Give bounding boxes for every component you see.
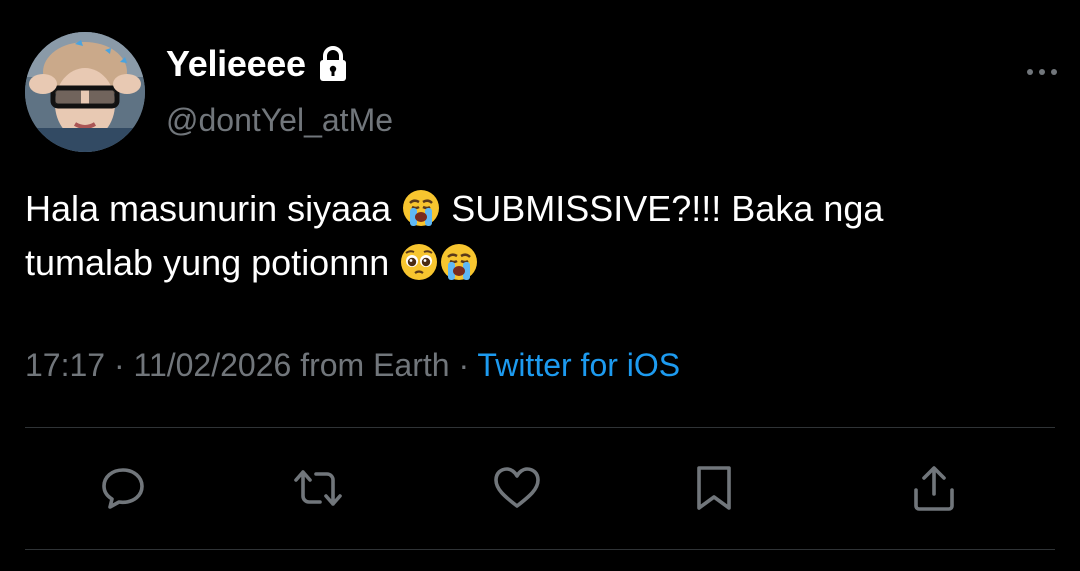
tweet-text-part: tumalab yung potionnn bbox=[25, 242, 400, 283]
divider bbox=[25, 549, 1055, 550]
user-name-row: Yelieeee bbox=[166, 42, 348, 86]
avatar-photo bbox=[25, 32, 145, 152]
tweet-detail: Yelieeee @dontYel_atMe Hala masunurin si… bbox=[0, 0, 1080, 571]
tweet-text-part: SUBMISSIVE?!!! Baka nga bbox=[441, 188, 884, 229]
avatar[interactable] bbox=[25, 32, 145, 152]
lock-icon bbox=[318, 46, 348, 82]
like-button[interactable] bbox=[491, 462, 543, 514]
loudly-crying-face-icon bbox=[439, 242, 479, 282]
divider bbox=[25, 427, 1055, 428]
tweet-source-link[interactable]: Twitter for iOS bbox=[477, 347, 680, 383]
meta-separator: · bbox=[105, 347, 134, 383]
tweet-location: from Earth bbox=[291, 347, 450, 383]
tweet-time[interactable]: 17:17 bbox=[25, 347, 105, 383]
tweet-meta: 17:17 · 11/02/2026 from Earth · Twitter … bbox=[25, 347, 680, 384]
retweet-icon bbox=[290, 464, 346, 512]
share-icon bbox=[910, 464, 958, 512]
like-icon bbox=[492, 464, 542, 512]
share-button[interactable] bbox=[908, 462, 960, 514]
meta-separator: · bbox=[449, 347, 478, 383]
more-options-icon[interactable] bbox=[1024, 60, 1060, 84]
tweet-text-part: Hala masunurin siyaaa bbox=[25, 188, 402, 229]
tweet-text: Hala masunurin siyaaa SUBMISSIVE?!!! Bak… bbox=[25, 182, 1055, 290]
pleading-face-icon bbox=[399, 242, 439, 282]
loudly-crying-face-icon bbox=[401, 188, 441, 228]
retweet-button[interactable] bbox=[292, 462, 344, 514]
bookmark-icon bbox=[692, 464, 736, 512]
display-name[interactable]: Yelieeee bbox=[166, 43, 306, 85]
user-handle[interactable]: @dontYel_atMe bbox=[166, 102, 393, 139]
bookmark-button[interactable] bbox=[688, 462, 740, 514]
reply-button[interactable] bbox=[97, 462, 149, 514]
action-bar bbox=[0, 462, 1080, 518]
reply-icon bbox=[99, 464, 147, 512]
tweet-date[interactable]: 11/02/2026 bbox=[134, 347, 292, 383]
